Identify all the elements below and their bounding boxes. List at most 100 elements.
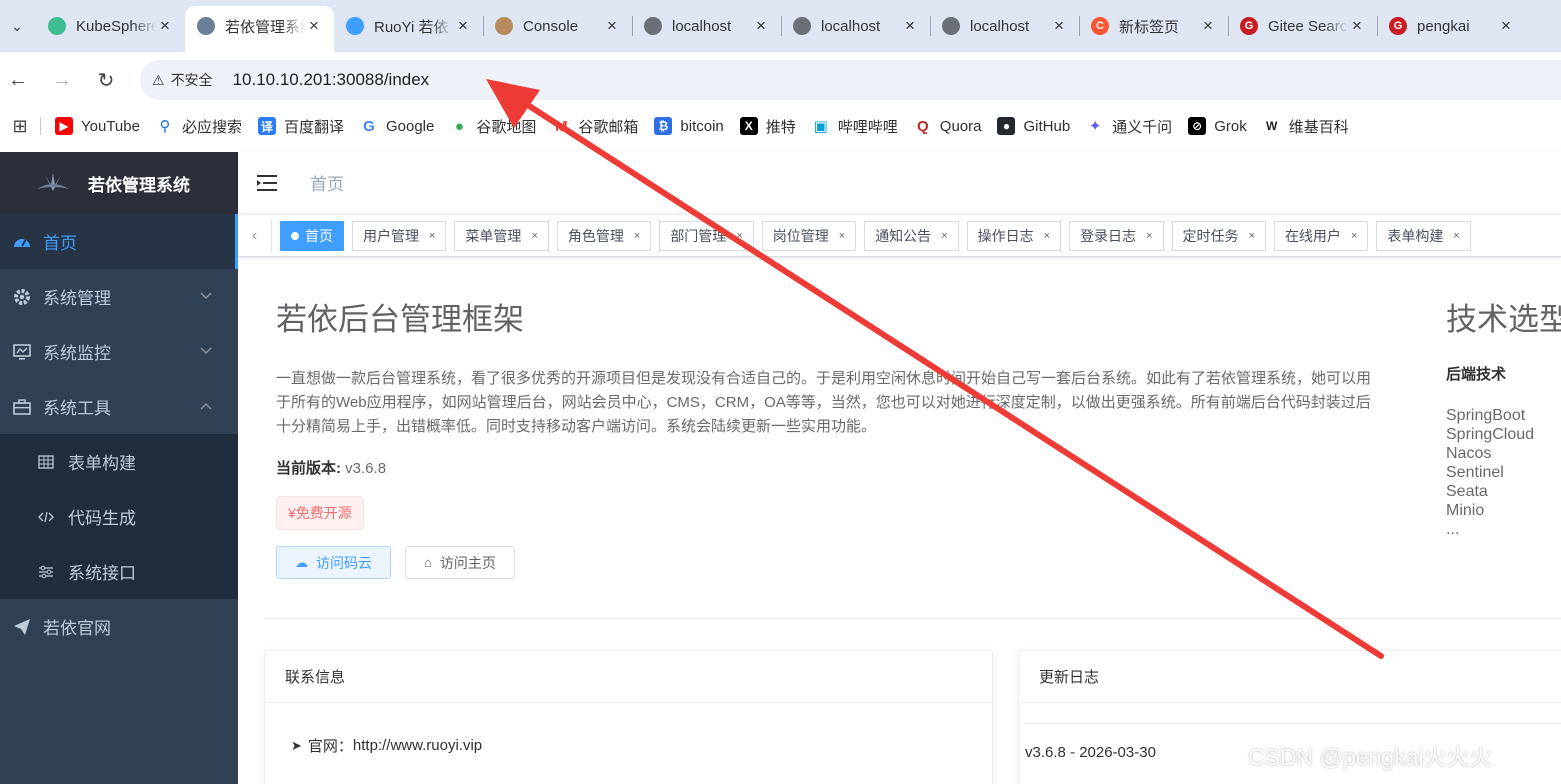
bookmark-item[interactable]: X 推特	[732, 112, 804, 140]
bookmark-item[interactable]: ⊘ Grok	[1180, 112, 1255, 140]
close-icon[interactable]: ×	[1349, 16, 1365, 36]
browser-tab[interactable]: C 新标签页 ×	[1079, 6, 1228, 46]
close-icon[interactable]: ×	[736, 230, 742, 242]
tag-item[interactable]: 通知公告 ×	[864, 220, 959, 251]
security-label: 不安全	[170, 72, 213, 88]
browser-tab[interactable]: 若依管理系统×	[185, 6, 334, 52]
sidebar-subitem-label: 系统接口	[68, 564, 136, 583]
tags-scroll-left-icon[interactable]: ‹	[238, 219, 272, 252]
bookmark-item[interactable]: ● GitHub	[989, 112, 1078, 140]
close-icon[interactable]: ×	[429, 230, 435, 242]
sidebar-subitem[interactable]: 系统接口	[0, 544, 238, 599]
close-icon[interactable]: ×	[1351, 230, 1357, 242]
close-icon[interactable]: ×	[839, 230, 845, 242]
tag-item[interactable]: 表单构建 ×	[1376, 220, 1471, 251]
browser-tab[interactable]: G Gitee Search ×	[1228, 6, 1377, 46]
bookmark-item[interactable]: ▶ YouTube	[47, 112, 148, 140]
dashboard-icon	[12, 232, 32, 252]
tag-item[interactable]: 首页	[280, 220, 344, 251]
browser-tab[interactable]: localhost ×	[781, 6, 930, 46]
tag-item[interactable]: 岗位管理 ×	[761, 220, 857, 251]
sidebar-item[interactable]: 系统工具	[0, 379, 238, 434]
close-icon[interactable]: ×	[902, 16, 918, 36]
security-indicator[interactable]: ⚠ 不安全	[150, 66, 223, 94]
tag-item[interactable]: 登录日志 ×	[1069, 220, 1164, 251]
close-icon[interactable]: ×	[1453, 230, 1459, 242]
address-bar[interactable]: ⚠ 不安全 10.10.10.201:30088/index	[140, 60, 1561, 100]
close-icon[interactable]: ×	[455, 16, 471, 36]
sidebar-item[interactable]: 系统管理	[0, 269, 238, 324]
bookmark-item[interactable]: G Google	[352, 112, 442, 140]
paper-plane-icon	[12, 617, 32, 637]
bilibili-icon: ▣	[813, 118, 828, 135]
baidu-translate-icon: 译	[257, 117, 276, 135]
bookmark-item[interactable]: ✦ 通义千问	[1078, 112, 1180, 140]
close-icon[interactable]: ×	[531, 230, 537, 242]
sidebar-item-official-site[interactable]: 若依官网	[0, 599, 238, 654]
browser-tab[interactable]: RuoYi 若依 ×	[334, 6, 483, 46]
tab-search-chevron-icon[interactable]: ⌄	[4, 12, 30, 40]
sidebar-logo[interactable]: 若依管理系统	[0, 152, 238, 214]
close-icon[interactable]: ×	[1051, 16, 1067, 36]
tag-item[interactable]: 角色管理 ×	[556, 220, 652, 251]
version-value: v3.6.8	[345, 460, 387, 477]
tag-item[interactable]: 用户管理 ×	[352, 220, 447, 251]
tag-item[interactable]: 在线用户 ×	[1273, 220, 1369, 251]
close-icon[interactable]: ×	[941, 230, 947, 242]
paper-plane-icon: ➤	[291, 737, 302, 753]
monitor-icon	[12, 342, 32, 362]
bookmark-item[interactable]: ● 谷歌地图	[442, 112, 544, 140]
bookmark-item[interactable]: 译百度翻译	[250, 112, 352, 140]
sidebar-item[interactable]: 首页	[0, 214, 238, 269]
table-icon	[38, 452, 54, 472]
back-arrow-icon[interactable]: ←	[4, 66, 32, 94]
url-text[interactable]: 10.10.10.201:30088/index	[233, 70, 430, 90]
close-icon[interactable]: ×	[1200, 16, 1216, 36]
forward-arrow-icon[interactable]: →	[48, 66, 76, 94]
grok-icon: ⊘	[1188, 117, 1207, 135]
tag-item[interactable]: 菜单管理 ×	[454, 220, 549, 251]
reload-icon[interactable]: ↻	[92, 66, 120, 94]
close-icon[interactable]: ×	[604, 16, 620, 36]
bookmark-item[interactable]: Q Quora	[906, 112, 990, 140]
bookmark-item[interactable]: ▣ 哔哩哔哩	[804, 112, 906, 140]
bookmark-item[interactable]: W 维基百科	[1255, 112, 1357, 140]
tag-label: 表单构建	[1387, 227, 1444, 244]
contact-card-header: 联系信息	[265, 651, 992, 703]
close-icon[interactable]: ×	[1146, 230, 1152, 242]
tag-item[interactable]: 定时任务 ×	[1171, 220, 1266, 251]
active-dot-icon	[291, 231, 299, 240]
browser-tab-strip: ⌄ KubeSphere×若依管理系统×RuoYi 若依×Console×loc…	[0, 0, 1561, 52]
apps-grid-icon[interactable]: ⊞	[0, 116, 40, 137]
close-icon[interactable]: ×	[1498, 16, 1514, 36]
sidebar-subitem[interactable]: 代码生成	[0, 489, 238, 544]
close-icon[interactable]: ×	[1249, 230, 1255, 242]
close-icon[interactable]: ×	[753, 16, 769, 36]
tag-item[interactable]: 操作日志 ×	[966, 220, 1062, 251]
close-icon[interactable]: ×	[306, 16, 322, 36]
tag-item[interactable]: 部门管理 ×	[659, 220, 754, 251]
browser-tab[interactable]: Gpengkai ×	[1377, 6, 1526, 46]
ruoyi-logo-icon	[346, 17, 364, 35]
bookmark-item[interactable]: ₿ bitcoin	[646, 112, 731, 140]
tech-title: 技术选型	[1446, 302, 1561, 338]
tech-item: Nacos	[1446, 445, 1492, 462]
close-icon[interactable]: ×	[634, 230, 640, 242]
sidebar-subitem[interactable]: 表单构建	[0, 434, 238, 489]
browser-tab[interactable]: localhost ×	[930, 6, 1079, 46]
official-site-link[interactable]: http://www.ruoyi.vip	[353, 737, 482, 754]
hamburger-icon[interactable]	[238, 174, 298, 192]
bookmark-item[interactable]: M 谷歌邮箱	[544, 112, 646, 140]
browser-tab[interactable]: KubeSphere ×	[36, 6, 185, 46]
browser-tab[interactable]: Console ×	[483, 6, 632, 46]
close-icon[interactable]: ×	[1044, 230, 1050, 242]
browser-tab[interactable]: localhost ×	[632, 6, 781, 46]
visit-home-button[interactable]: ⌂ 访问主页	[405, 546, 515, 579]
visit-gitee-label: 访问码云	[316, 554, 372, 571]
bookmark-item[interactable]: ⚲ 必应搜索	[148, 112, 250, 140]
csdn-watermark: CSDN @pengkai火火火	[1248, 744, 1493, 770]
avatar-icon	[495, 17, 513, 35]
sidebar-item[interactable]: 系统监控	[0, 324, 238, 379]
visit-gitee-button[interactable]: ☁ 访问码云	[276, 546, 391, 579]
close-icon[interactable]: ×	[157, 16, 173, 36]
